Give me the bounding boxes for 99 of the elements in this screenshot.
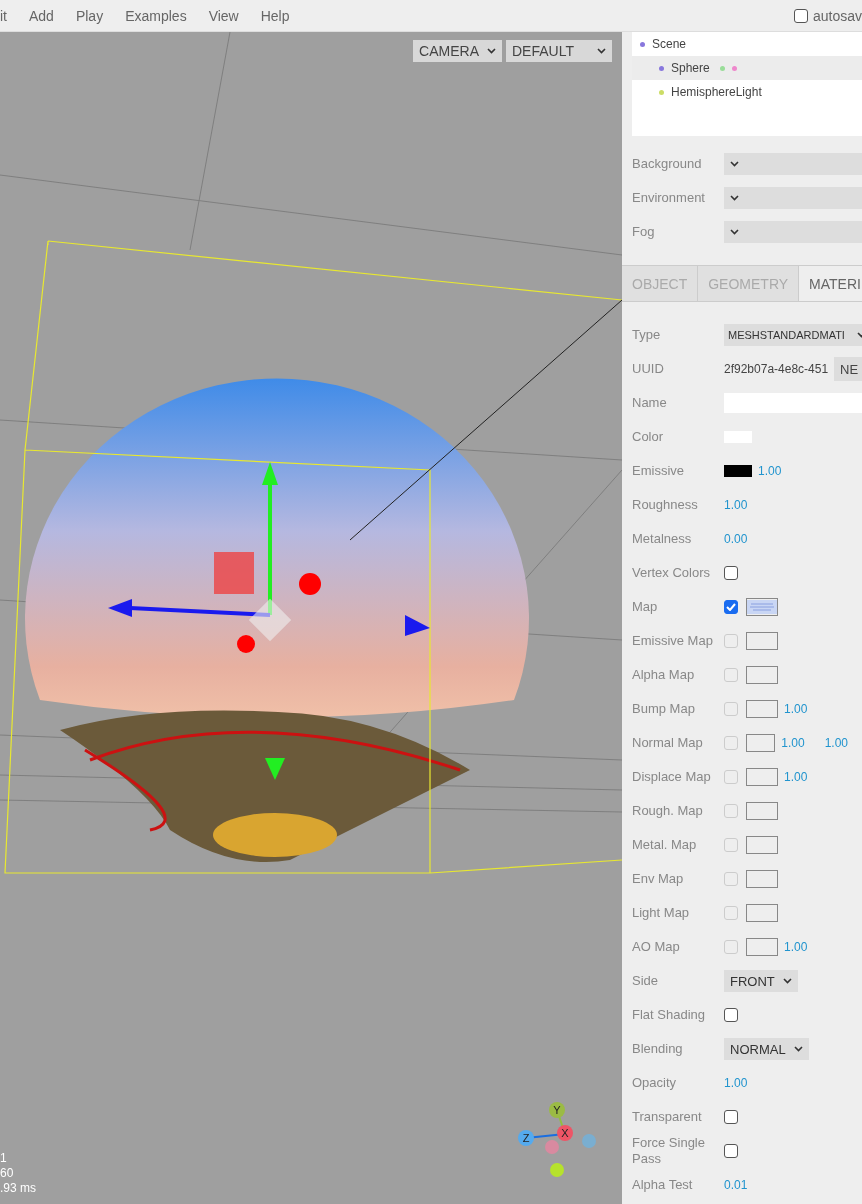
chevron-down-icon — [730, 161, 739, 167]
field-label: Name — [632, 395, 668, 411]
field-label: Light Map — [632, 905, 691, 921]
field-label: Transparent — [632, 1109, 703, 1125]
field-label: Side — [632, 973, 660, 989]
shading-select[interactable]: DEFAULT — [506, 40, 612, 62]
checkbox[interactable] — [793, 8, 808, 23]
field-label: Emissive Map — [632, 633, 714, 649]
texture-slot[interactable] — [746, 904, 778, 922]
menu-item[interactable]: Add — [18, 7, 65, 24]
number-field[interactable]: 0.00 — [724, 532, 748, 546]
field-label: Force Single Pass — [632, 1135, 706, 1167]
number-field[interactable]: 1.00 — [784, 702, 808, 716]
menu-item[interactable]: View — [197, 7, 250, 24]
dropdown[interactable]: FRONT — [724, 970, 798, 992]
texture-slot[interactable] — [746, 870, 778, 888]
menu-item[interactable]: Play — [64, 7, 115, 24]
number-field[interactable]: 1.00 — [781, 736, 805, 750]
field-label: Type — [632, 327, 662, 343]
texture-slot[interactable] — [746, 768, 778, 786]
chevron-down-icon — [487, 48, 496, 54]
axis-dot[interactable] — [550, 1163, 564, 1177]
field-label: Rough. Map — [632, 803, 704, 819]
texture-slot[interactable] — [746, 836, 778, 854]
item-name: HemisphereLight — [671, 85, 762, 99]
color-swatch[interactable] — [724, 465, 752, 477]
number-field[interactable]: 1.00 — [758, 464, 782, 478]
viewport[interactable]: CAMERA DEFAULT 1 60 .93 ms Y Z X — [0, 32, 622, 1204]
checkbox[interactable] — [724, 600, 738, 614]
number-field[interactable]: 1.00 — [824, 736, 848, 750]
field-label: Displace Map — [632, 769, 712, 785]
texture-slot[interactable] — [746, 938, 778, 956]
chevron-down-icon — [730, 229, 739, 235]
item-name: Scene — [652, 37, 687, 51]
menu-item[interactable]: Examples — [114, 7, 198, 24]
field-label: Alpha Map — [632, 667, 696, 683]
render-stat: .93 ms — [0, 1181, 36, 1196]
checkbox[interactable] — [724, 1110, 738, 1124]
field-label: Alpha Test — [632, 1177, 694, 1193]
field-label: Flat Shading — [632, 1007, 706, 1023]
axis-button[interactable]: Y — [549, 1102, 565, 1118]
dropdown[interactable] — [724, 221, 862, 243]
number-field[interactable]: 1.00 — [784, 770, 808, 784]
texture-slot[interactable] — [746, 666, 778, 684]
dropdown[interactable] — [724, 187, 862, 209]
field-label: Vertex Colors — [632, 565, 712, 581]
tab[interactable]: MATERI — [799, 266, 862, 301]
field-label: Color — [632, 429, 665, 445]
autosave-label: autosav — [812, 7, 862, 24]
field-label: Bump Map — [632, 701, 696, 717]
field-label: Env Map — [632, 871, 685, 887]
chevron-down-icon — [730, 195, 739, 201]
field-label: Roughness — [632, 497, 699, 513]
field-label: Opacity — [632, 1075, 678, 1091]
field-label: Environment — [632, 190, 706, 206]
field-label: Metal. Map — [632, 837, 698, 853]
axis-dot[interactable] — [582, 1134, 596, 1148]
menu-item[interactable]: it — [0, 7, 18, 24]
field-label: Background — [632, 156, 703, 172]
number-field[interactable]: 1.00 — [724, 498, 748, 512]
outliner-item[interactable]: Scene — [632, 32, 862, 56]
dropdown[interactable] — [724, 153, 862, 175]
checkbox[interactable] — [724, 566, 738, 580]
axis-button[interactable]: Z — [518, 1130, 534, 1146]
dropdown[interactable]: NORMAL — [724, 1038, 809, 1060]
texture-slot[interactable] — [746, 632, 778, 650]
number-field[interactable]: 1.00 — [724, 1076, 748, 1090]
texture-slot[interactable] — [746, 802, 778, 820]
menu-item[interactable]: Help — [249, 7, 301, 24]
checkbox[interactable] — [724, 1008, 738, 1022]
field-label: Emissive — [632, 463, 685, 479]
axis-button[interactable]: X — [557, 1125, 573, 1141]
chevron-down-icon — [597, 48, 606, 54]
new-uuid-button[interactable]: NE — [834, 357, 862, 381]
outliner-item[interactable]: HemisphereLight — [632, 80, 862, 104]
field-label: Normal Map — [632, 735, 704, 751]
uuid-text: 2f92b07a-4e8c-451 — [724, 362, 829, 376]
field-label: Map — [632, 599, 659, 615]
texture-slot[interactable] — [746, 700, 778, 718]
dropdown[interactable]: MESHSTANDARDMATI — [724, 324, 862, 346]
chevron-down-icon — [793, 1046, 803, 1052]
field-label: UUID — [632, 361, 665, 377]
axis-dot[interactable] — [545, 1140, 559, 1154]
field-label: Fog — [632, 224, 656, 240]
render-stat: 60 — [0, 1166, 15, 1181]
camera-select[interactable]: CAMERA — [413, 40, 502, 62]
transform-gizmo-drawing[interactable] — [108, 462, 430, 780]
outliner-item[interactable]: Sphere — [632, 56, 862, 80]
texture-thumbnail[interactable] — [746, 598, 778, 616]
field-label: Blending — [632, 1041, 684, 1057]
field-label: AO Map — [632, 939, 681, 955]
item-name: Sphere — [671, 61, 710, 75]
render-stat: 1 — [0, 1151, 8, 1166]
number-field[interactable]: 0.01 — [724, 1178, 748, 1192]
chevron-down-icon — [782, 978, 792, 984]
number-field[interactable]: 1.00 — [784, 940, 808, 954]
texture-slot[interactable] — [746, 734, 776, 752]
checkbox[interactable] — [724, 1144, 738, 1158]
field-label: Metalness — [632, 531, 693, 547]
